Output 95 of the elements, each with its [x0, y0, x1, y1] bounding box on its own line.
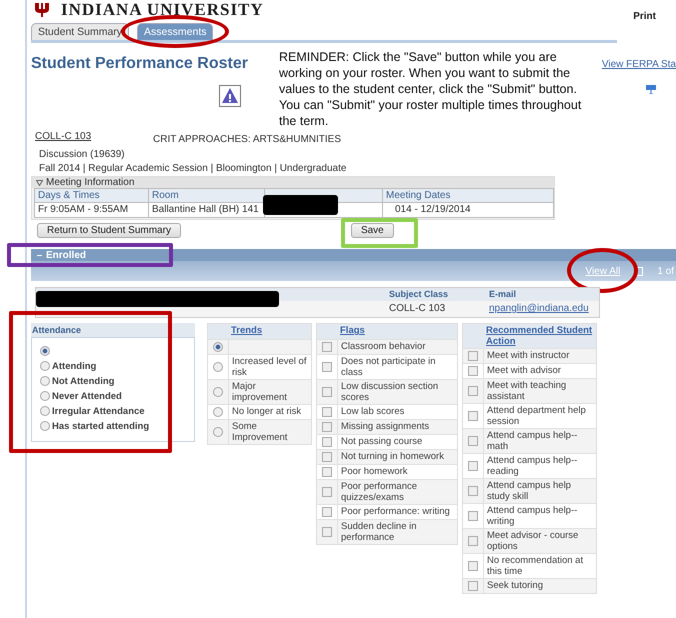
- section-text: Discussion (19639): [39, 149, 126, 160]
- tab[interactable]: Assessments: [137, 23, 214, 40]
- option-label: Attend campus help--writing: [486, 504, 578, 528]
- course-title: CRIT APPROACHES: ARTS&HUMNITIES: [153, 134, 342, 145]
- page-count: 1 of: [657, 266, 674, 276]
- option-label: Meet advisor - course options: [486, 529, 580, 553]
- checkbox[interactable]: [322, 407, 332, 417]
- option-label: Meet with instructor: [486, 349, 570, 363]
- course-code-link[interactable]: COLL-C 103: [35, 131, 153, 145]
- collapse-triangle-icon[interactable]: [36, 180, 43, 186]
- checkbox[interactable]: [468, 436, 478, 446]
- option-label: Attend campus help study skill: [486, 479, 572, 503]
- column-header: Meeting Dates: [383, 189, 553, 203]
- option-label: Meet with teaching assistant: [486, 379, 568, 403]
- checkbox[interactable]: [322, 362, 332, 372]
- option-label: Poor homework: [340, 465, 409, 479]
- column-header: Room: [149, 189, 265, 203]
- option-label: Meet with advisor: [486, 364, 562, 378]
- checkbox[interactable]: [322, 452, 332, 462]
- print-link[interactable]: Print: [633, 10, 656, 22]
- table-cell-text: COLL-C 103: [388, 302, 446, 316]
- checkbox[interactable]: [322, 422, 332, 432]
- radio-button[interactable]: [40, 376, 50, 386]
- checkbox[interactable]: [468, 411, 478, 421]
- radio-button[interactable]: [213, 387, 223, 397]
- email-link[interactable]: npanglin@indiana.edu: [489, 303, 589, 314]
- option-label: Poor performance quizzes/exams: [340, 480, 418, 504]
- section-title: Enrolled: [46, 250, 86, 260]
- column-header: E-mail: [486, 288, 599, 301]
- checkbox[interactable]: [322, 437, 332, 447]
- radio-button[interactable]: [213, 342, 223, 352]
- option-label: Never Attended: [52, 390, 122, 402]
- save-button[interactable]: Save: [350, 222, 394, 238]
- checkbox[interactable]: [468, 561, 478, 571]
- tab[interactable]: Student Summary: [31, 23, 130, 40]
- checkbox[interactable]: [468, 461, 478, 471]
- table-cell-text: 014 - 12/19/2014: [394, 203, 472, 217]
- column-header: Subject Class: [386, 288, 486, 301]
- checkbox[interactable]: [468, 386, 478, 396]
- option-label: Low lab scores: [340, 405, 406, 419]
- option-label: Sudden decline in performance: [340, 520, 418, 544]
- option-label: Some Improvement: [231, 420, 288, 444]
- presentation-icon[interactable]: [646, 84, 656, 94]
- session-text: Fall 2014 | Regular Academic Session | Bloomington | Undergraduate: [39, 163, 348, 174]
- column-header-link[interactable]: Flags: [337, 324, 368, 337]
- option-label: Attend campus help--reading: [486, 454, 578, 478]
- option-label: Not Attending: [52, 376, 114, 386]
- checkbox[interactable]: [322, 467, 332, 477]
- return-button[interactable]: Return to Student Summary: [37, 222, 181, 238]
- reminder-text: REMINDER: Click the "Save" button while you are working on your roster. When you want to submit the values to the student center, click the "Submit" button. You can "Submit" your roster multiple times throughout the term.: [279, 49, 582, 129]
- checkbox[interactable]: [468, 581, 478, 591]
- page-title: Student Performance Roster: [31, 54, 249, 73]
- option-label: Attending: [52, 360, 96, 372]
- checkbox[interactable]: [322, 527, 332, 537]
- trident-logo-icon: [33, 3, 51, 17]
- radio-button[interactable]: [40, 391, 50, 401]
- option-label: No longer at risk: [231, 405, 302, 419]
- option-label: Missing assignments: [340, 420, 430, 434]
- option-label: Seek tutoring: [486, 579, 544, 593]
- checkbox[interactable]: [468, 511, 478, 521]
- info-icon[interactable]: [219, 85, 241, 107]
- table-cell: Fr 9:05AM - 9:55AM: [35, 203, 149, 217]
- radio-button[interactable]: [213, 407, 223, 417]
- checkbox[interactable]: [322, 507, 332, 517]
- radio-button[interactable]: [40, 361, 50, 371]
- option-label: Classroom behavior: [340, 340, 426, 354]
- checkbox[interactable]: [468, 486, 478, 496]
- checkbox[interactable]: [322, 342, 332, 352]
- checkbox[interactable]: [322, 387, 332, 397]
- option-label: Has started attending: [52, 420, 150, 432]
- section-heading: Meeting Information: [46, 177, 134, 188]
- checkbox[interactable]: [468, 351, 478, 361]
- ferpa-link[interactable]: View FERPA Sta: [602, 59, 676, 70]
- option-label: Attend department help session: [486, 404, 587, 428]
- option-label: Irregular Attendance: [52, 406, 145, 416]
- checkbox[interactable]: [468, 536, 478, 546]
- option-label: Low discussion section scores: [340, 380, 440, 404]
- option-label: Poor performance: writing: [340, 505, 451, 519]
- university-name: INDIANA UNIVERSITY: [61, 0, 264, 20]
- option-label: Attend campus help--math: [486, 429, 578, 453]
- option-label: Not turning in homework: [340, 450, 445, 464]
- option-label: Increased level of risk: [231, 355, 308, 379]
- option-label: Not passing course: [340, 435, 424, 449]
- option-label: Does not participate in class: [340, 355, 437, 379]
- radio-button[interactable]: [40, 406, 50, 416]
- panel-header: Attendance: [31, 323, 195, 337]
- checkbox[interactable]: [468, 366, 478, 376]
- column-header: Days & Times: [35, 189, 149, 203]
- option-label: No recommendation at this time: [486, 554, 584, 578]
- option-label: Major improvement: [231, 380, 288, 404]
- radio-button[interactable]: [213, 427, 223, 437]
- checkbox[interactable]: [322, 487, 332, 497]
- radio-button[interactable]: [40, 421, 50, 431]
- radio-button[interactable]: [213, 362, 223, 372]
- radio-button[interactable]: [40, 346, 50, 356]
